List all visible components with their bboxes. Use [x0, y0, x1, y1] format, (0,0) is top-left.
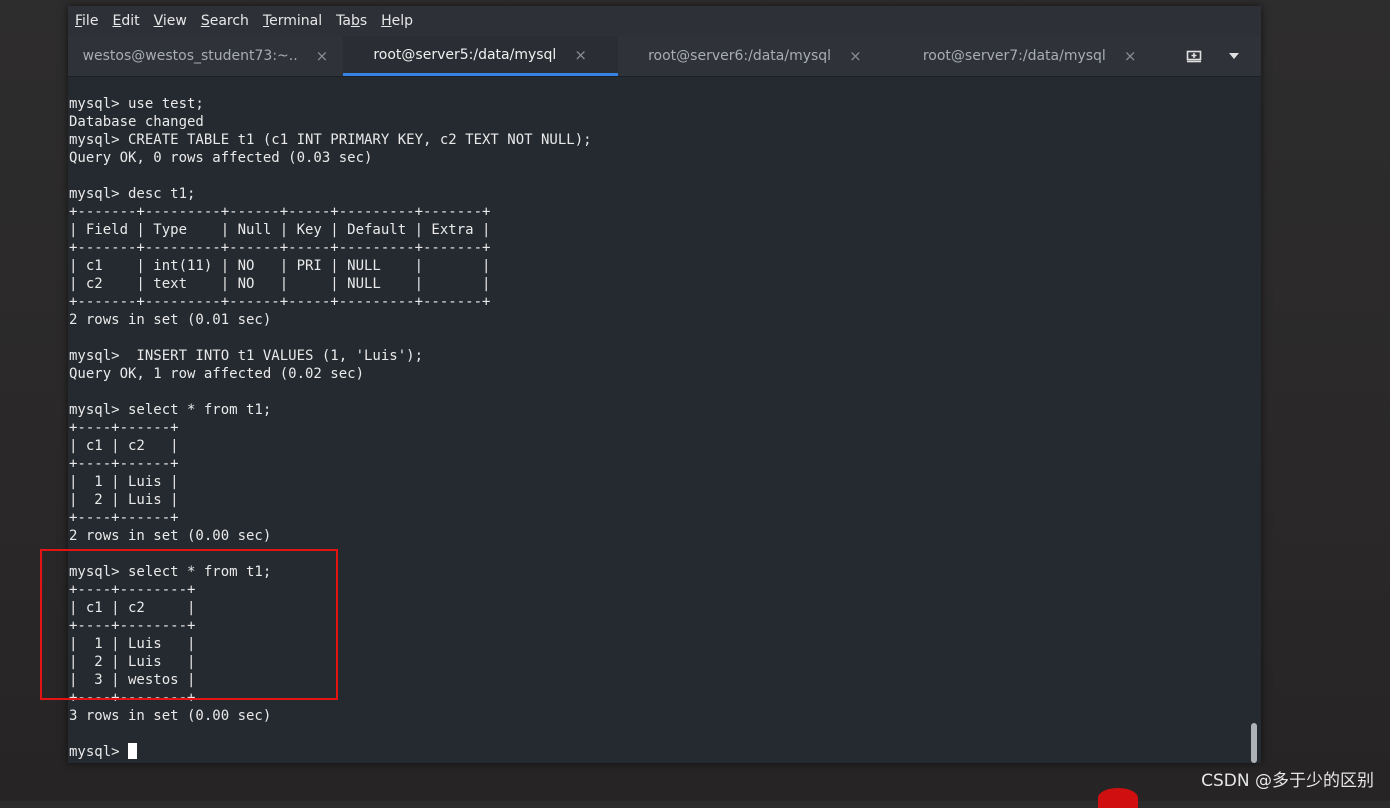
terminal-line: 2 rows in set (0.00 sec): [69, 528, 271, 544]
terminal-line: mysql> desc t1;: [69, 186, 195, 202]
tab-label: root@server6:/data/mysql: [648, 48, 831, 64]
menu-view[interactable]: View: [154, 13, 187, 29]
watermark: CSDN @多于少的区别: [1201, 766, 1374, 791]
close-icon[interactable]: ×: [316, 47, 329, 65]
terminal-line: | c1 | c2 |: [69, 438, 179, 454]
text-cursor: [128, 743, 137, 759]
terminal-line: mysql> select * from t1;: [69, 402, 271, 418]
tab-label: westos@westos_student73:~...: [83, 48, 298, 64]
red-annotation-mark: [1098, 788, 1138, 808]
terminal-line: | Field | Type | Null | Key | Default | …: [69, 222, 490, 238]
terminal-text: mysql> use test; Database changed mysql>…: [68, 77, 1261, 761]
terminal-line: | c2 | text | NO | | NULL | |: [69, 276, 490, 292]
menu-file[interactable]: File: [75, 13, 98, 29]
menu-bar: File Edit View Search Terminal Tabs Help: [68, 6, 1261, 36]
scrollbar-thumb[interactable]: [1251, 723, 1257, 763]
terminal-window: File Edit View Search Terminal Tabs Help…: [68, 6, 1261, 763]
chevron-down-icon: [1228, 52, 1240, 60]
terminal-line: 2 rows in set (0.01 sec): [69, 312, 271, 328]
terminal-line: +----+------+: [69, 456, 179, 472]
terminal-line: +----+--------+: [69, 690, 195, 706]
new-tab-icon: [1186, 48, 1202, 64]
terminal-line: mysql> CREATE TABLE t1 (c1 INT PRIMARY K…: [69, 132, 592, 148]
tab-server7[interactable]: root@server7:/data/mysql ×: [892, 36, 1167, 76]
terminal-output[interactable]: mysql> use test; Database changed mysql>…: [68, 77, 1261, 763]
terminal-line: | 1 | Luis |: [69, 636, 195, 652]
tab-label: root@server7:/data/mysql: [923, 48, 1106, 64]
terminal-prompt: mysql>: [69, 744, 128, 760]
terminal-line: | c1 | int(11) | NO | PRI | NULL | |: [69, 258, 490, 274]
terminal-line: mysql> select * from t1;: [69, 564, 271, 580]
terminal-line: 3 rows in set (0.00 sec): [69, 708, 271, 724]
tab-bar: westos@westos_student73:~... × root@serv…: [68, 36, 1261, 77]
terminal-line: +----+--------+: [69, 582, 195, 598]
tab-server6[interactable]: root@server6:/data/mysql ×: [618, 36, 893, 76]
menu-search[interactable]: Search: [201, 13, 249, 29]
terminal-lines: mysql> use test; Database changed mysql>…: [69, 96, 592, 724]
terminal-line: | 2 | Luis |: [69, 492, 179, 508]
terminal-line: Database changed: [69, 114, 204, 130]
terminal-line: mysql> INSERT INTO t1 VALUES (1, 'Luis')…: [69, 348, 423, 364]
terminal-line: | 3 | westos |: [69, 672, 195, 688]
menu-help[interactable]: Help: [381, 13, 413, 29]
tabs-menu-button[interactable]: [1221, 43, 1247, 69]
terminal-line: Query OK, 1 row affected (0.02 sec): [69, 366, 364, 382]
tab-tools: [1167, 36, 1261, 76]
tab-label: root@server5:/data/mysql: [373, 47, 556, 63]
menu-tabs[interactable]: Tabs: [336, 13, 367, 29]
terminal-line: | c1 | c2 |: [69, 600, 195, 616]
terminal-line: +----+------+: [69, 420, 179, 436]
close-icon[interactable]: ×: [574, 46, 587, 64]
new-tab-button[interactable]: [1181, 43, 1207, 69]
terminal-line: +-------+---------+------+-----+--------…: [69, 240, 490, 256]
menu-edit[interactable]: Edit: [112, 13, 139, 29]
terminal-line: +----+--------+: [69, 618, 195, 634]
tab-server5[interactable]: root@server5:/data/mysql ×: [343, 36, 618, 76]
tab-westos-student[interactable]: westos@westos_student73:~... ×: [68, 36, 343, 76]
terminal-line: +----+------+: [69, 510, 179, 526]
menu-terminal[interactable]: Terminal: [263, 13, 322, 29]
close-icon[interactable]: ×: [849, 47, 862, 65]
close-icon[interactable]: ×: [1124, 47, 1137, 65]
terminal-line: +-------+---------+------+-----+--------…: [69, 204, 490, 220]
terminal-line: | 2 | Luis |: [69, 654, 195, 670]
terminal-line: Query OK, 0 rows affected (0.03 sec): [69, 150, 372, 166]
terminal-line: +-------+---------+------+-----+--------…: [69, 294, 490, 310]
terminal-line: | 1 | Luis |: [69, 474, 179, 490]
terminal-line: mysql> use test;: [69, 96, 204, 112]
